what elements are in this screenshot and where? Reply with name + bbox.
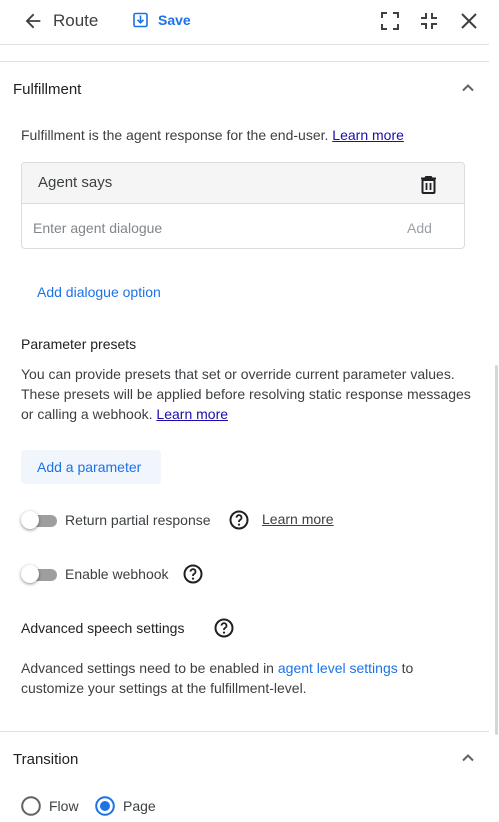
fulfillment-description-text: Fulfillment is the agent response for th… [21,127,329,143]
agent-says-header: Agent says [22,163,464,204]
advanced-speech-text: Advanced settings need to be enabled in [21,660,274,676]
parameter-presets-description: You can provide presets that set or over… [21,364,471,424]
radio-flow-label: Flow [49,798,79,814]
partial-response-learn-more-link[interactable]: Learn more [262,510,334,528]
add-dialogue-option-button[interactable]: Add dialogue option [37,283,161,301]
chevron-up-icon[interactable] [461,81,475,95]
section-divider [0,731,489,732]
parameter-presets-learn-more-link[interactable]: Learn more [156,406,228,422]
advanced-speech-text: to [401,660,414,676]
fulfillment-learn-more-link[interactable]: Learn more [332,127,404,143]
advanced-speech-title: Advanced speech settings [21,620,185,636]
save-button[interactable]: Save [158,11,191,29]
add-parameter-button[interactable]: Add a parameter [21,450,161,484]
help-icon[interactable] [183,564,203,584]
webhook-label: Enable webhook [65,566,169,582]
parameter-presets-description-text: You can provide presets that set or over… [21,366,471,422]
agent-level-settings-link[interactable]: agent level settings [278,660,398,676]
agent-says-card: Agent says Add [21,162,465,249]
back-arrow-icon[interactable] [22,10,44,32]
advanced-speech-text: customize your settings at the fulfillme… [21,680,307,696]
radio-page[interactable] [95,796,115,816]
webhook-toggle[interactable] [21,564,57,584]
advanced-speech-description: Advanced settings need to be enabled in … [21,658,471,698]
chevron-up-icon[interactable] [461,751,475,765]
agent-dialogue-input[interactable] [33,219,393,237]
parameter-presets-title: Parameter presets [21,336,137,352]
radio-page-label: Page [123,798,156,814]
trash-icon[interactable] [420,175,437,194]
section-divider [0,61,489,62]
help-icon[interactable] [214,618,234,638]
toggle-thumb [21,511,39,529]
scrollbar[interactable] [495,365,498,735]
expand-icon[interactable] [380,11,400,31]
add-dialogue-button[interactable]: Add [407,219,432,237]
fulfillment-description: Fulfillment is the agent response for th… [21,125,404,145]
partial-response-toggle[interactable] [21,510,57,530]
add-parameter-label: Add a parameter [37,459,142,475]
save-icon[interactable] [133,12,148,28]
close-icon[interactable] [459,11,479,31]
header-divider [0,44,489,45]
transition-title: Transition [13,751,79,768]
radio-flow[interactable] [21,796,41,816]
fulfillment-title: Fulfillment [13,81,82,98]
help-icon[interactable] [229,510,249,530]
partial-response-label: Return partial response [65,512,211,528]
collapse-icon[interactable] [419,11,439,31]
agent-says-label: Agent says [38,174,113,191]
toggle-thumb [21,565,39,583]
page-title: Route [53,11,99,30]
